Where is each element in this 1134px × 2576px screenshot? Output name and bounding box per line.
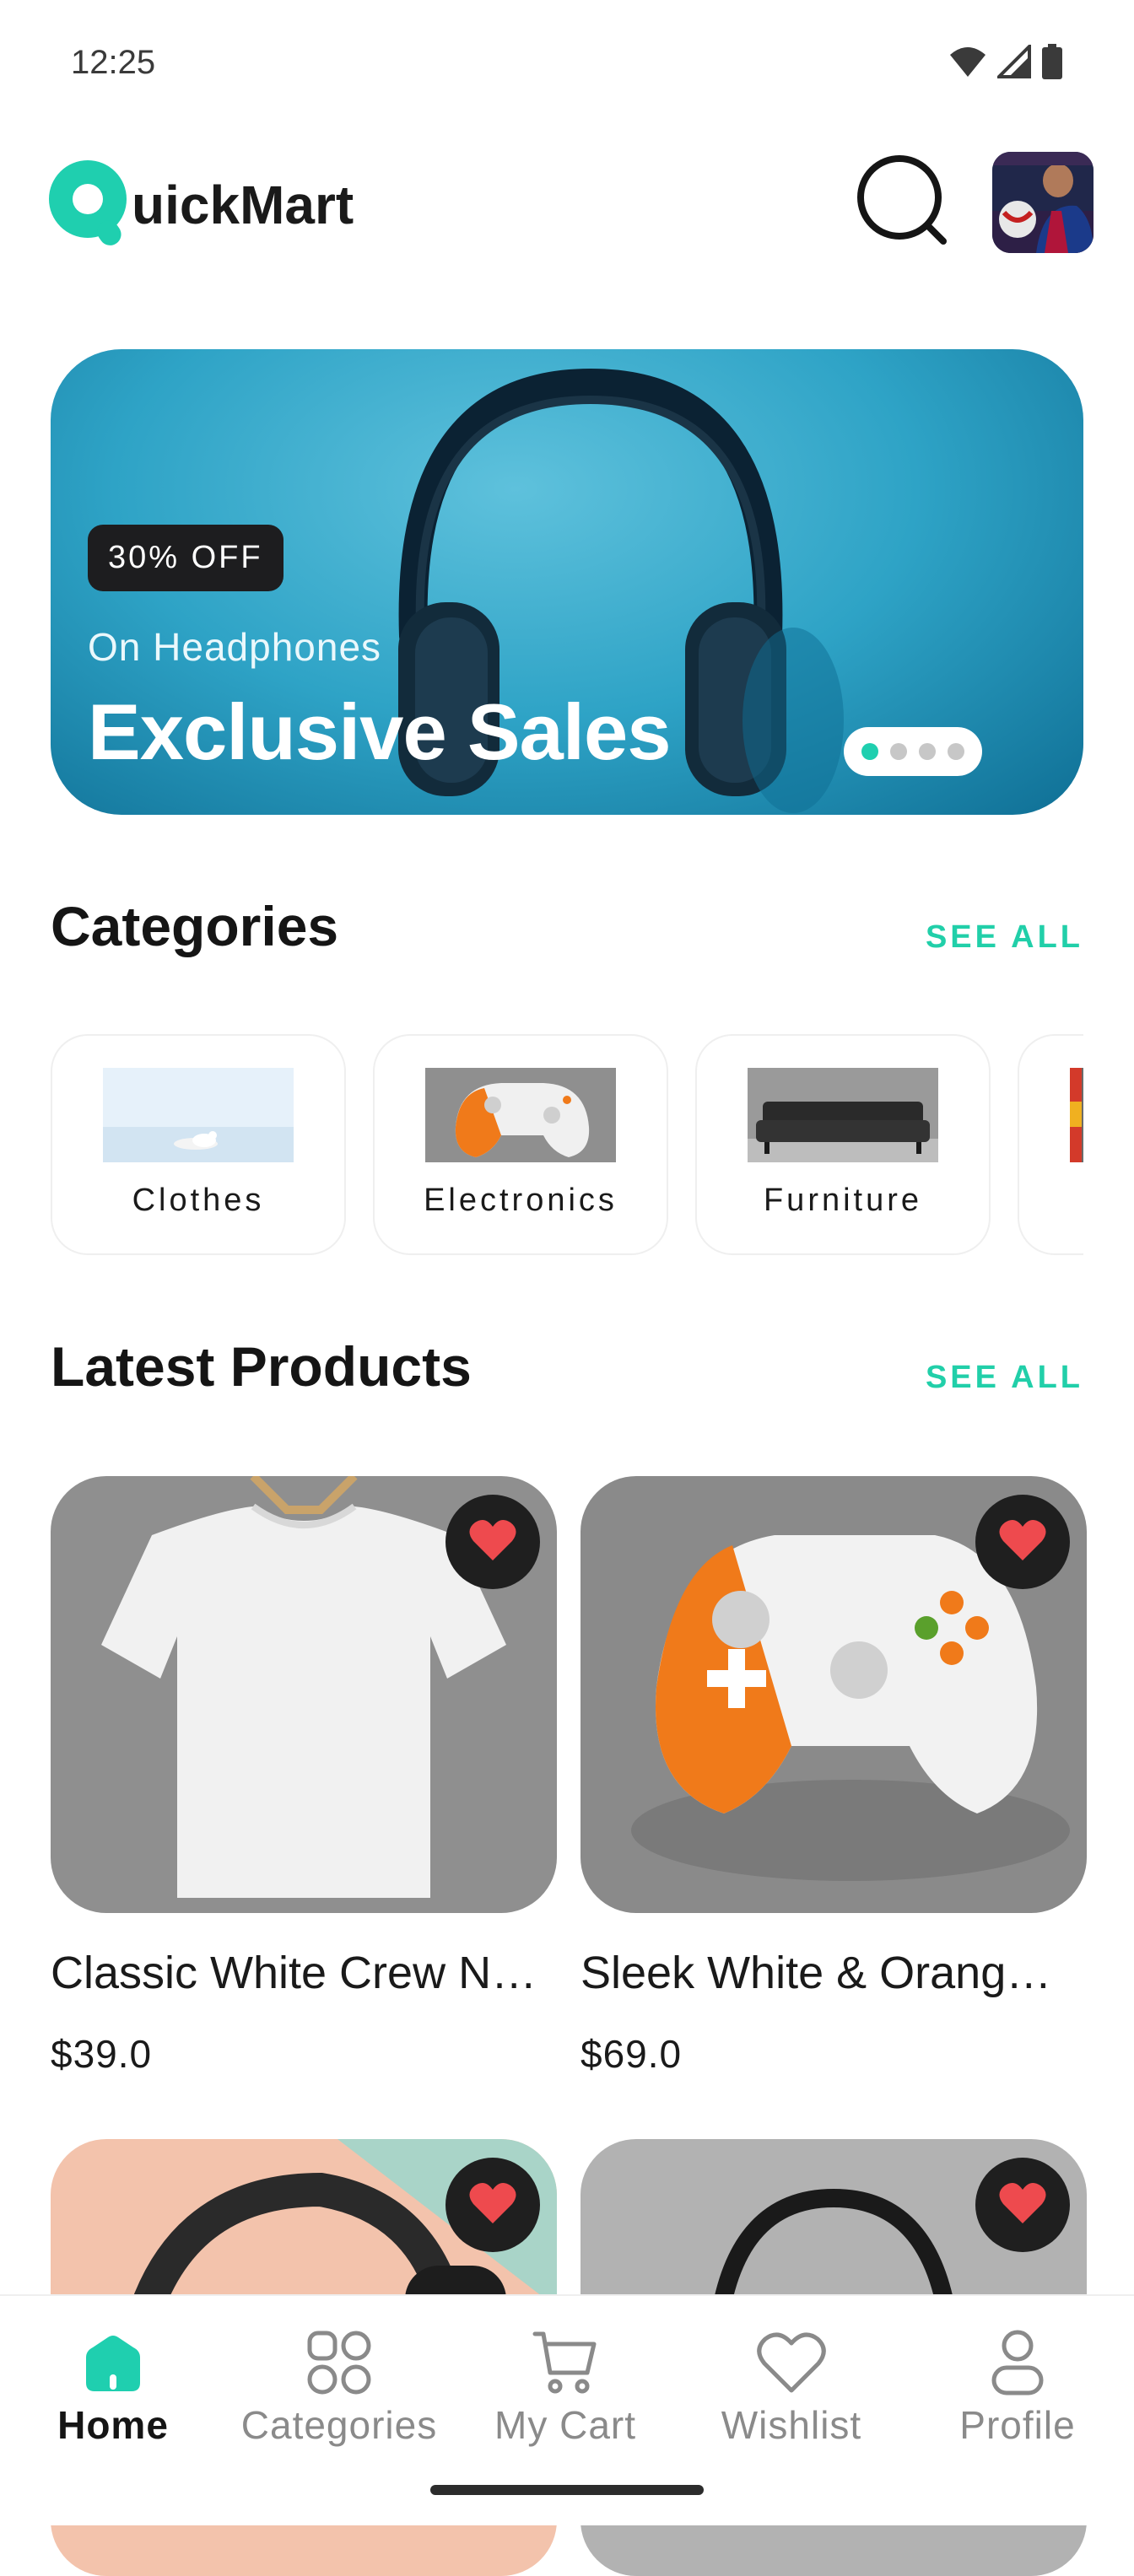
banner-subtitle: On Headphones — [88, 625, 382, 669]
product-image[interactable] — [580, 1476, 1087, 1913]
category-card-furniture[interactable]: Furniture — [695, 1034, 991, 1255]
carousel-dot[interactable] — [861, 743, 878, 760]
search-button[interactable] — [852, 152, 953, 253]
nav-label: Profile — [959, 2403, 1076, 2447]
banner-title: Exclusive Sales — [88, 687, 672, 776]
nav-label: Home — [57, 2403, 169, 2447]
categories-list: Clothes Electronics Furniture — [51, 1034, 1083, 1255]
cart-icon — [527, 2325, 603, 2401]
home-icon — [75, 2325, 151, 2401]
category-card-clothes[interactable]: Clothes — [51, 1034, 346, 1255]
favorite-button[interactable] — [446, 1495, 540, 1589]
quickmart-logo[interactable]: uickMart — [40, 152, 354, 253]
heart-filled-icon — [998, 2181, 1047, 2229]
categories-see-all-link[interactable]: SEE ALL — [926, 919, 1083, 956]
carousel-dot[interactable] — [919, 743, 936, 760]
product-image[interactable] — [51, 1476, 557, 1913]
nav-label: Wishlist — [721, 2403, 862, 2447]
promo-banner[interactable]: 30% OFF On Headphones Exclusive Sales — [51, 349, 1083, 815]
nav-item-wishlist[interactable]: Wishlist — [678, 2296, 904, 2465]
category-card-partial[interactable] — [1018, 1034, 1083, 1255]
carousel-indicator[interactable] — [844, 727, 982, 776]
discount-badge: 30% OFF — [88, 525, 284, 591]
avatar[interactable] — [992, 152, 1094, 253]
categories-icon — [301, 2325, 377, 2401]
heart-filled-icon — [998, 1518, 1047, 1566]
heart-icon — [753, 2325, 829, 2401]
nav-item-profile[interactable]: Profile — [904, 2296, 1131, 2465]
category-image — [1070, 1068, 1083, 1162]
category-label: Electronics — [424, 1183, 618, 1218]
carousel-dot[interactable] — [890, 743, 907, 760]
category-label: Clothes — [132, 1183, 265, 1218]
signal-icon — [995, 42, 1031, 83]
product-name[interactable]: Sleek White & Orang… — [580, 1947, 1087, 1999]
product-name[interactable]: Classic White Crew N… — [51, 1947, 557, 1999]
heart-filled-icon — [468, 2181, 517, 2229]
nav-label: My Cart — [494, 2403, 636, 2447]
home-indicator[interactable] — [430, 2485, 704, 2495]
favorite-button[interactable] — [446, 2158, 540, 2252]
nav-item-categories[interactable]: Categories — [226, 2296, 452, 2465]
nav-item-cart[interactable]: My Cart — [452, 2296, 678, 2465]
status-bar: 12:25 — [0, 0, 1134, 127]
wifi-icon — [948, 45, 987, 83]
categories-title: Categories — [51, 895, 339, 957]
battery-icon — [1041, 44, 1063, 84]
product-price: $39.0 — [51, 2032, 153, 2076]
heart-filled-icon — [468, 1518, 517, 1566]
nav-item-home[interactable]: Home — [0, 2296, 226, 2465]
profile-icon — [980, 2325, 1056, 2401]
logo-q-icon — [40, 152, 142, 253]
nav-label: Categories — [240, 2403, 438, 2447]
product-price: $69.0 — [580, 2032, 683, 2076]
category-card-electronics[interactable]: Electronics — [373, 1034, 668, 1255]
latest-products-title: Latest Products — [51, 1335, 472, 1398]
category-label: Furniture — [763, 1183, 923, 1218]
category-image — [103, 1068, 294, 1162]
latest-products-see-all-link[interactable]: SEE ALL — [926, 1360, 1083, 1396]
status-time: 12:25 — [71, 44, 156, 81]
logo-text: uickMart — [132, 175, 354, 235]
category-image — [425, 1068, 616, 1162]
search-icon — [854, 152, 952, 254]
status-icons — [948, 42, 1063, 84]
favorite-button[interactable] — [975, 1495, 1070, 1589]
carousel-dot[interactable] — [948, 743, 964, 760]
app-header: uickMart — [0, 127, 1134, 278]
favorite-button[interactable] — [975, 2158, 1070, 2252]
category-image — [748, 1068, 938, 1162]
